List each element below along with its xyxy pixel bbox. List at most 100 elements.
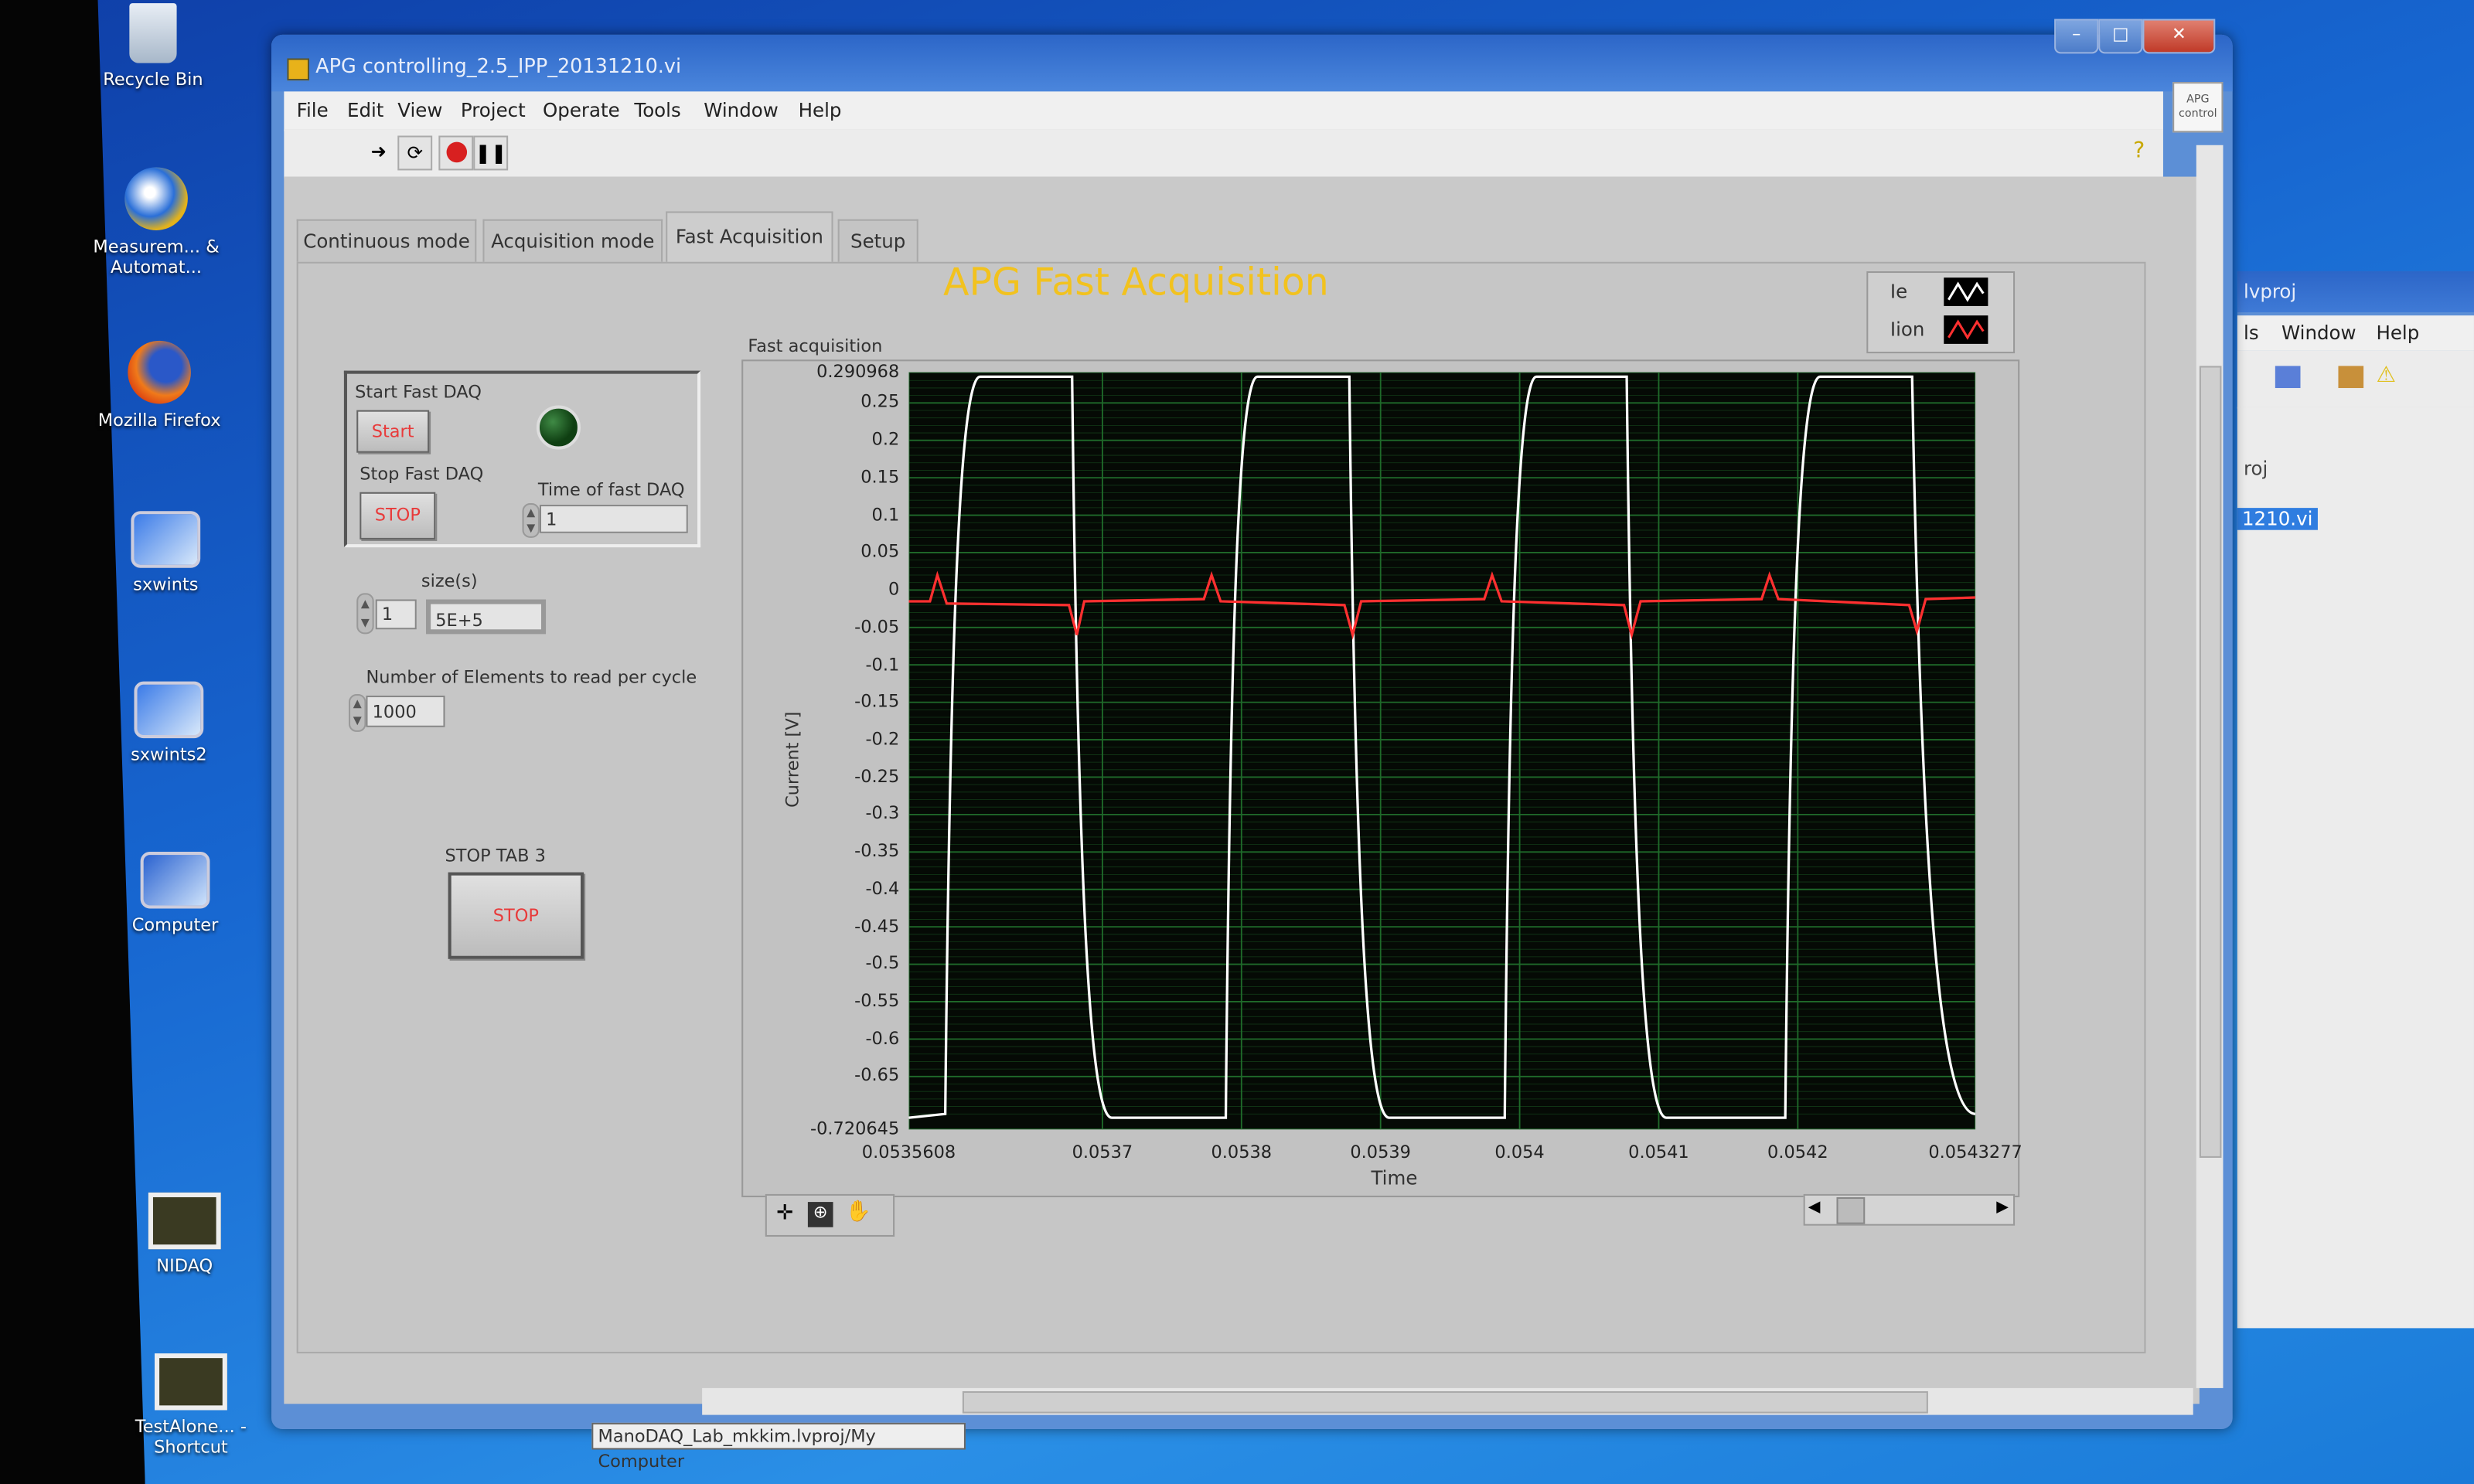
labview-vi-icon (148, 1192, 221, 1250)
scroll-left-arrow-icon[interactable]: ◀ (1808, 1199, 1821, 1216)
project-menubar: ls Window Help (2237, 315, 2474, 351)
menu-tools[interactable]: Tools (634, 100, 680, 122)
tab-continuous-mode[interactable]: Continuous mode (296, 219, 477, 262)
legend-swatch-ie[interactable] (1944, 277, 1988, 306)
fast-daq-status-led (536, 405, 581, 450)
y-tick-label: -0.05 (854, 616, 900, 638)
firefox-icon (128, 340, 191, 404)
maximize-button[interactable]: □ (2098, 19, 2143, 54)
graph-legend[interactable]: Ie Iion (1866, 271, 2016, 354)
menu-window[interactable]: Window (2281, 322, 2356, 344)
legend-label-ie: Ie (1890, 281, 1908, 303)
desktop-icon-label: Mozilla Firefox (97, 410, 221, 431)
vertical-scrollbar-thumb[interactable] (2199, 366, 2222, 1158)
x-axis-label: Time (1371, 1167, 1418, 1190)
toolbar: ➜ ⟳ ❚❚ ? (284, 129, 2163, 179)
menu-view[interactable]: View (397, 100, 442, 122)
vertical-scrollbar[interactable] (2196, 145, 2224, 1388)
project-tree[interactable]: roj 1210.vi (2237, 407, 2474, 1329)
pan-hand-tool-icon[interactable]: ✋ (846, 1200, 871, 1224)
graph-x-scrollbar-thumb[interactable] (1836, 1196, 1866, 1224)
desktop-icon-computer[interactable]: Computer (104, 852, 247, 935)
size-index-spinner[interactable]: ▲ ▼ (356, 593, 374, 635)
size-array-index[interactable]: 1 (375, 599, 417, 630)
project-explorer-window[interactable]: lvproj ls Window Help ⚠ roj 1210.vi (2237, 271, 2474, 1329)
remote-desktop-icon (131, 511, 201, 568)
minimize-button[interactable]: – (2054, 19, 2099, 54)
pause-icon[interactable]: ❚❚ (473, 135, 509, 171)
run-arrow-icon[interactable]: ➜ (363, 136, 394, 168)
ni-max-icon (124, 167, 188, 230)
run-continuously-icon[interactable]: ⟳ (397, 135, 433, 171)
close-button[interactable]: ✕ (2142, 19, 2216, 54)
y-tick-label: -0.45 (854, 915, 900, 937)
start-fast-daq-label: Start Fast DAQ (355, 381, 482, 403)
tab-setup[interactable]: Setup (837, 219, 918, 262)
legend-swatch-iion[interactable] (1944, 315, 1988, 344)
elements-per-cycle-spinner[interactable]: ▲ ▼ (349, 693, 366, 732)
y-tick-label: -0.4 (865, 878, 900, 899)
y-tick-label: 0 (888, 579, 900, 600)
menu-help[interactable]: Help (799, 100, 842, 122)
cursor-tool-icon[interactable]: ✛ (776, 1202, 793, 1226)
start-fast-daq-button[interactable]: Start (356, 410, 430, 453)
tab-acquisition-mode[interactable]: Acquisition mode (482, 219, 663, 262)
graph-tools-palette: ✛ ⊕ ✋ (765, 1193, 895, 1237)
desktop-icon-nidaq[interactable]: NIDAQ (114, 1192, 256, 1277)
x-tick-label: 0.0537 (1072, 1142, 1133, 1163)
warning-icon[interactable]: ⚠ (2376, 362, 2396, 388)
legend-label-iion: Iion (1890, 318, 1925, 341)
y-tick-label: -0.5 (865, 953, 900, 974)
menu-edit[interactable]: Edit (347, 100, 383, 122)
x-tick-label: 0.0542 (1767, 1142, 1828, 1163)
project-tree-selected-vi[interactable]: 1210.vi (2237, 508, 2318, 530)
desktop-icon-firefox[interactable]: Mozilla Firefox (88, 340, 230, 431)
elements-per-cycle-input[interactable]: 1000 (366, 695, 445, 727)
time-of-fast-daq-input[interactable]: 1 (539, 505, 688, 533)
plot-area[interactable] (908, 372, 1976, 1130)
y-tick-label: -0.65 (854, 1065, 900, 1087)
status-bar-project-path: ManoDAQ_Lab_mkkim.lvproj/My Computer (591, 1422, 966, 1472)
context-help-icon[interactable]: ? (2133, 139, 2145, 165)
y-tick-label: -0.720645 (810, 1118, 900, 1139)
y-tick-label: 0.2 (871, 429, 900, 450)
stop-fast-daq-button[interactable]: STOP (360, 492, 436, 539)
menu-file[interactable]: File (297, 100, 329, 122)
stop-tab-3-button[interactable]: STOP (448, 872, 584, 959)
x-tick-label: 0.0538 (1211, 1142, 1273, 1163)
deploy-icon[interactable] (2338, 366, 2364, 389)
horizontal-scrollbar[interactable] (702, 1387, 2193, 1415)
menu-window[interactable]: Window (704, 100, 779, 122)
menu-project[interactable]: Project (461, 100, 526, 122)
hierarchy-icon[interactable] (2275, 366, 2301, 389)
labview-vi-icon (154, 1353, 227, 1411)
tab-fast-acquisition[interactable]: Fast Acquisition (666, 211, 833, 262)
scroll-right-arrow-icon[interactable]: ▶ (1996, 1199, 2009, 1216)
desktop-icon-label: NIDAQ (156, 1255, 213, 1277)
desktop-icon-measurement-automation[interactable]: Measurem... & Automat... (85, 167, 227, 277)
horizontal-scrollbar-thumb[interactable] (962, 1390, 1928, 1414)
size-value-input[interactable]: 5E+5 (426, 599, 547, 635)
y-tick-label: -0.25 (854, 766, 900, 787)
y-tick-label: -0.2 (865, 728, 900, 750)
zoom-tool-icon[interactable]: ⊕ (807, 1202, 833, 1227)
y-tick-label: -0.6 (865, 1028, 900, 1049)
desktop-icon-sxwints2[interactable]: sxwints2 (98, 681, 240, 765)
plot-background (908, 372, 1976, 1130)
desktop-icon-label: Measurem... & Automat... (93, 237, 220, 278)
project-tree-root[interactable]: roj (2244, 458, 2268, 480)
desktop-icon-recycle-bin[interactable]: Recycle Bin (82, 3, 224, 90)
time-of-fast-daq-spinner[interactable]: ▲ ▼ (522, 503, 540, 538)
abort-execution-icon[interactable] (438, 135, 474, 171)
page-title: APG Fast Acquisition (942, 260, 1329, 305)
x-tick-label: 0.0535608 (861, 1142, 956, 1163)
y-tick-label: -0.1 (865, 653, 900, 675)
graph-x-scrollbar[interactable]: ◀ ▶ (1803, 1193, 2016, 1226)
stop-fast-daq-label: Stop Fast DAQ (360, 463, 484, 485)
desktop-icon-testalone-shortcut[interactable]: TestAlone... - Shortcut (120, 1353, 262, 1458)
labview-app-icon (287, 58, 309, 81)
menu-help[interactable]: Help (2376, 322, 2419, 344)
desktop-icon-sxwints[interactable]: sxwints (94, 511, 237, 594)
menu-tools[interactable]: ls (2244, 322, 2259, 344)
menu-operate[interactable]: Operate (543, 100, 620, 122)
